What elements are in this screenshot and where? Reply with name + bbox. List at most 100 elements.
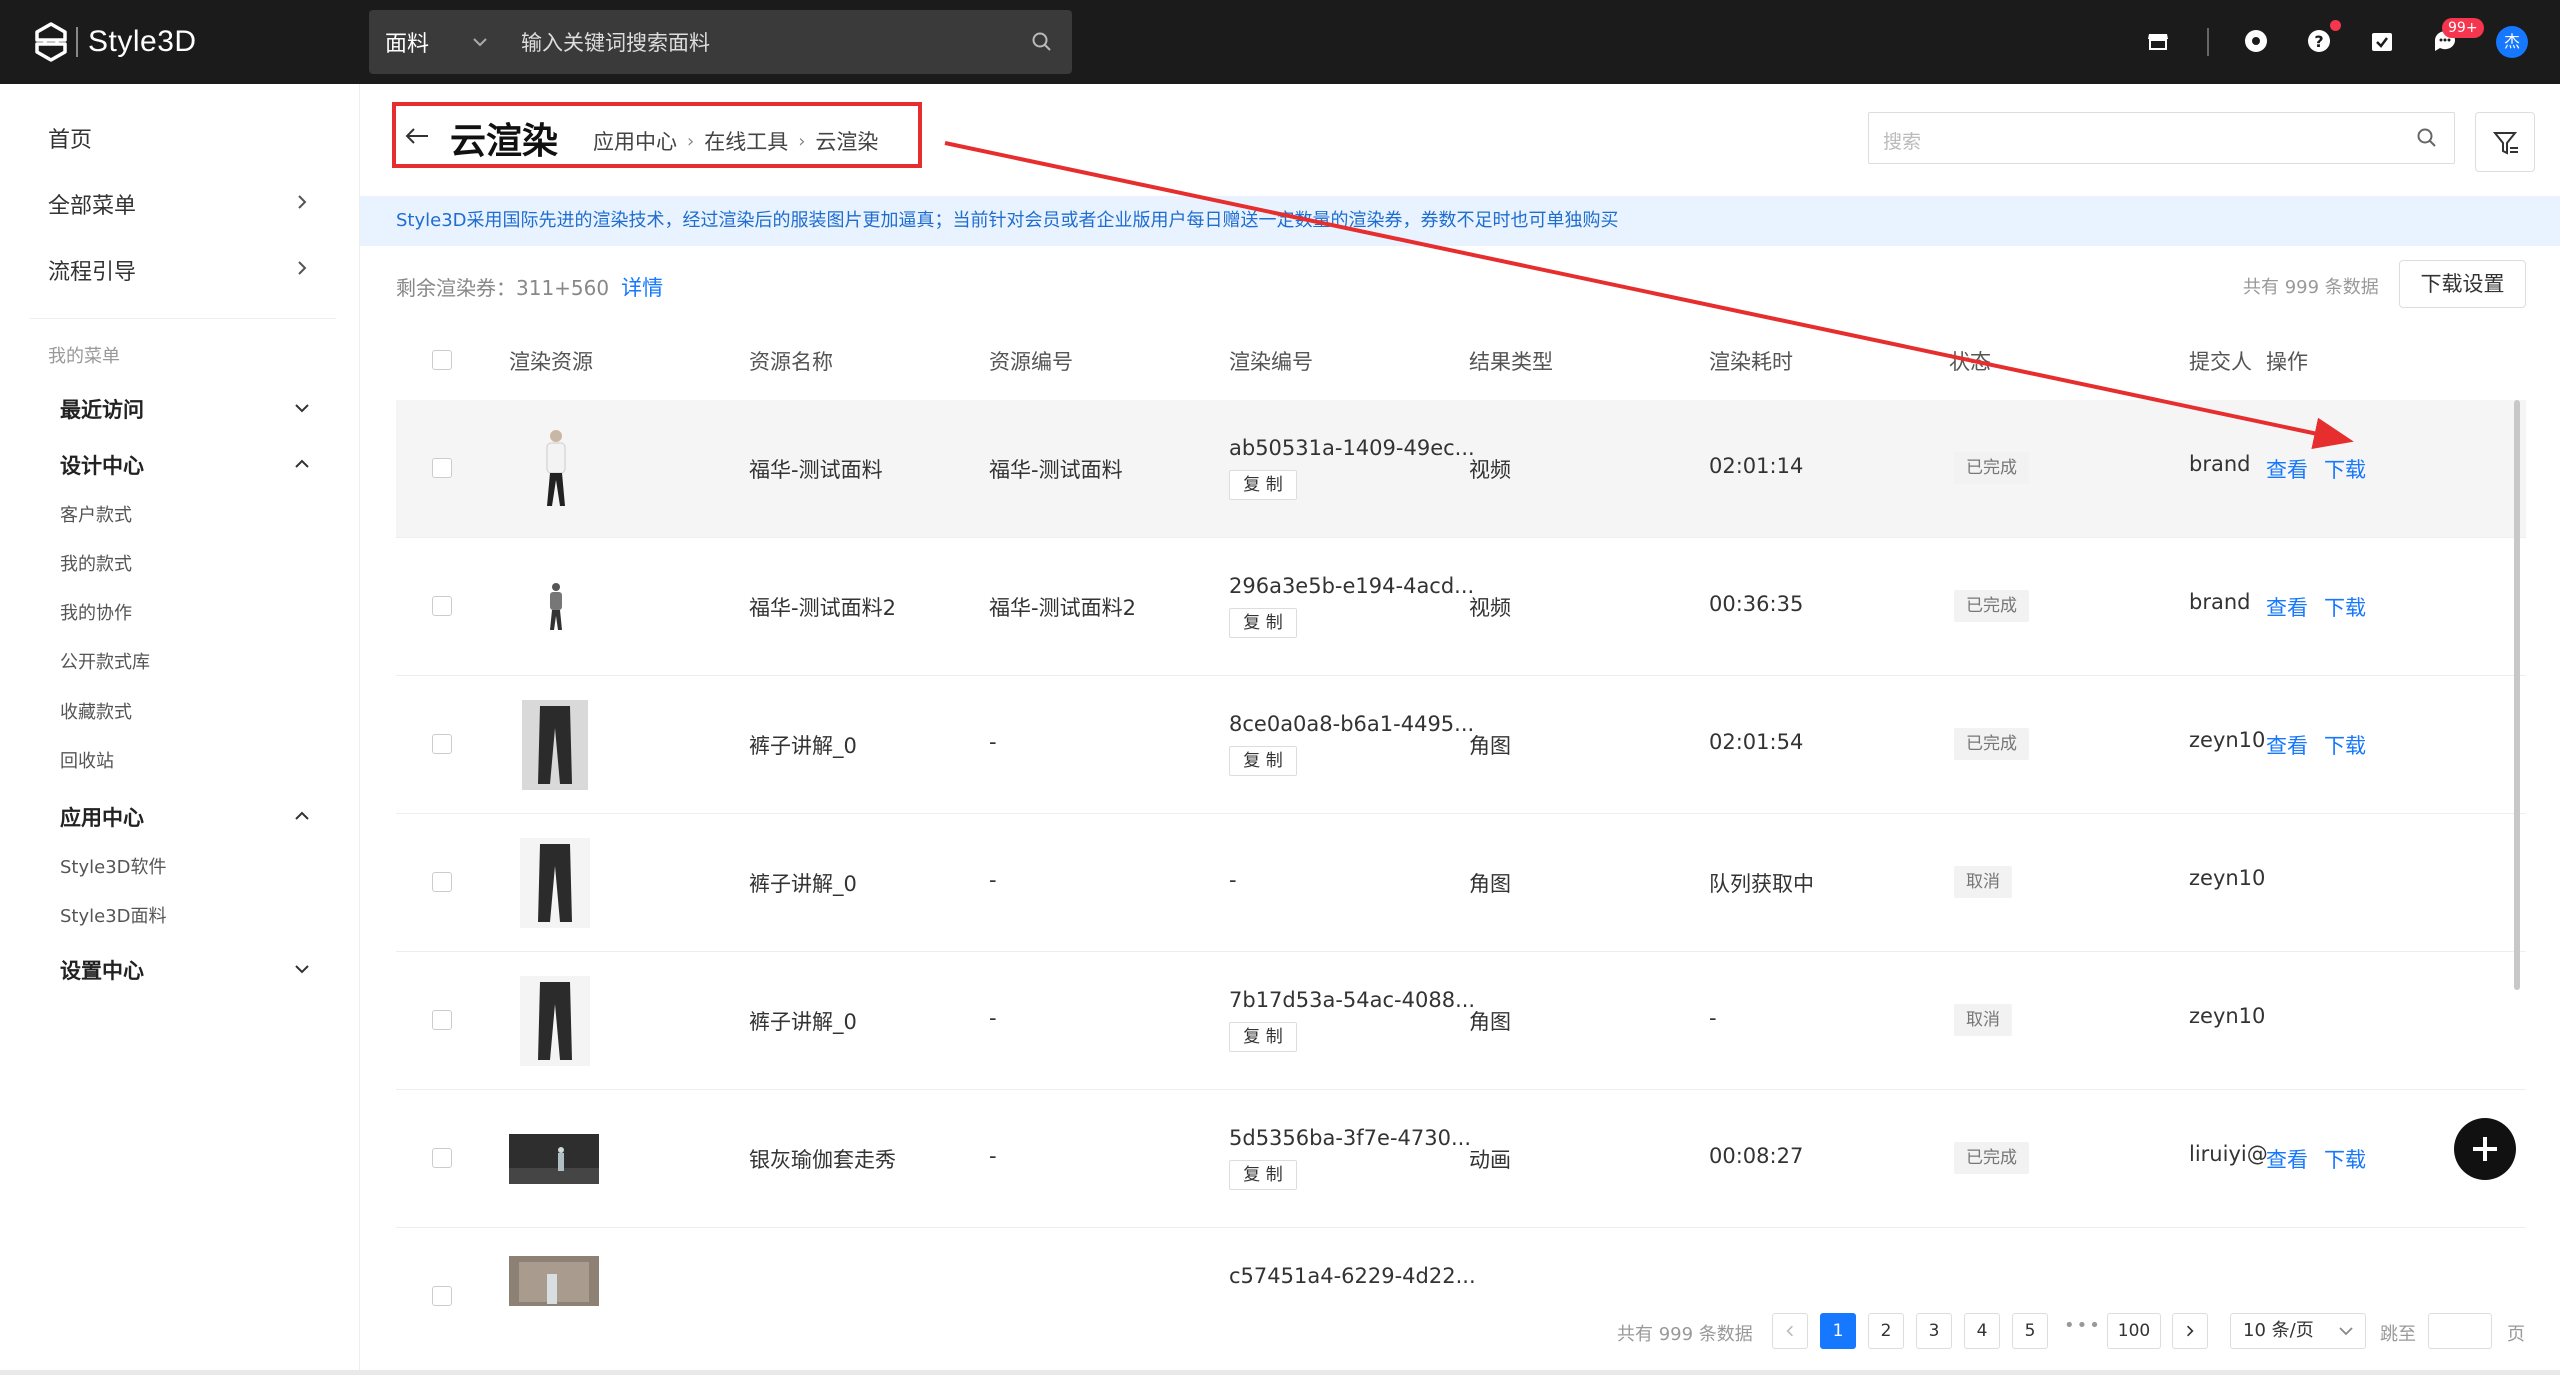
download-link[interactable]: 下载 [2324,592,2366,622]
row-checkbox[interactable] [432,458,452,478]
result-type: 视频 [1469,596,1511,620]
breadcrumb-app-center[interactable]: 应用中心 [593,126,677,156]
pagination-ellipsis-icon[interactable]: ••• [2064,1315,2102,1336]
sidebar-item-my-collaborations[interactable]: 我的协作 [60,599,132,625]
add-fab-button[interactable] [2454,1118,2516,1180]
page-title: 云渲染 [450,121,559,162]
compass-icon[interactable] [2243,28,2269,54]
view-link[interactable]: 查看 [2266,1144,2308,1174]
page-button-2[interactable]: 2 [1868,1313,1904,1349]
resource-name: 福华-测试面料 [749,458,883,482]
chevron-up-icon[interactable] [292,454,312,474]
row-checkbox[interactable] [432,1286,452,1306]
page-button-5[interactable]: 5 [2012,1313,2048,1349]
copy-button[interactable]: 复 制 [1229,746,1297,776]
col-header-result-type: 结果类型 [1469,350,1553,374]
sidebar-group-recent[interactable]: 最近访问 [60,394,144,424]
view-link[interactable]: 查看 [2266,730,2308,760]
global-search-input[interactable]: 输入关键词搜索面料 [521,27,1030,57]
help-icon[interactable]: ? [2306,28,2332,54]
next-page-button[interactable] [2172,1313,2208,1349]
copy-button[interactable]: 复 制 [1229,1022,1297,1052]
chevron-right-icon[interactable] [292,192,312,212]
sidebar-item-home[interactable]: 首页 [48,122,92,154]
page-button-1[interactable]: 1 [1820,1313,1856,1349]
sidebar-item-recycle-bin[interactable]: 回收站 [60,747,114,773]
sidebar-item-process-guide[interactable]: 流程引导 [48,254,136,286]
submitter: zeyn10 [2189,1004,2266,1028]
render-thumbnail[interactable] [509,1134,599,1184]
filter-button[interactable] [2475,112,2535,172]
chevron-down-icon[interactable] [292,398,312,418]
sidebar-item-all-menus[interactable]: 全部菜单 [48,188,136,220]
page-button-4[interactable]: 4 [1964,1313,2000,1349]
render-thumbnail[interactable] [522,700,588,790]
store-icon[interactable] [2145,28,2171,54]
chevron-down-icon [2339,1327,2353,1336]
render-id: 7b17d53a-54ac-4088... [1229,988,1476,1012]
table-row[interactable]: 裤子讲解_0 - 7b17d53a-54ac-4088... 复 制 角图 - … [396,952,2526,1090]
vertical-scrollbar[interactable] [2514,400,2520,990]
table-row[interactable]: c57451a4-6229-4d22... [396,1228,2526,1306]
sidebar-item-style3d-fabric[interactable]: Style3D面料 [60,902,167,928]
sidebar-item-favorite-styles[interactable]: 收藏款式 [60,698,132,724]
chevron-down-icon[interactable] [292,959,312,979]
download-settings-button[interactable]: 下载设置 [2399,260,2526,308]
chevron-right-icon[interactable] [292,258,312,278]
render-thumbnail[interactable] [544,582,568,632]
logo[interactable]: Style3D [34,22,197,62]
chevron-down-icon[interactable] [469,31,491,53]
sidebar-group-settings[interactable]: 设置中心 [60,955,144,985]
page-button-last[interactable]: 100 [2107,1313,2161,1349]
page-size-select[interactable]: 10 条/页 [2230,1313,2366,1349]
view-link[interactable]: 查看 [2266,454,2308,484]
render-thumbnail[interactable] [536,428,576,512]
table-row[interactable]: 银灰瑜伽套走秀 - 5d5356ba-3f7e-4730... 复 制 动画 0… [396,1090,2526,1228]
chevron-up-icon[interactable] [292,806,312,826]
sidebar-group-design-center[interactable]: 设计中心 [60,450,144,480]
table-row[interactable]: 福华-测试面料 福华-测试面料 ab50531a-1409-49ec... 复 … [396,400,2526,538]
breadcrumb-separator-icon: › [687,130,695,152]
my-menu-label: 我的菜单 [48,346,120,367]
render-thumbnail[interactable] [509,1256,599,1306]
page-button-3[interactable]: 3 [1916,1313,1952,1349]
render-thumbnail[interactable] [520,838,590,928]
table-row[interactable]: 裤子讲解_0 - 8ce0a0a8-b6a1-4495... 复 制 角图 02… [396,676,2526,814]
back-arrow-icon[interactable] [404,126,430,146]
search-icon[interactable] [2416,127,2438,149]
row-checkbox[interactable] [432,872,452,892]
jump-page-input[interactable] [2428,1313,2492,1349]
select-all-checkbox[interactable] [432,350,452,370]
download-link[interactable]: 下载 [2324,1144,2366,1174]
task-check-icon[interactable] [2369,28,2395,54]
download-link[interactable]: 下载 [2324,730,2366,760]
breadcrumb-online-tools[interactable]: 在线工具 [704,126,788,156]
download-link[interactable]: 下载 [2324,454,2366,484]
sidebar-item-my-styles[interactable]: 我的款式 [60,550,132,576]
row-checkbox[interactable] [432,734,452,754]
details-link[interactable]: 详情 [621,276,663,300]
copy-button[interactable]: 复 制 [1229,608,1297,638]
row-checkbox[interactable] [432,1148,452,1168]
view-link[interactable]: 查看 [2266,592,2308,622]
copy-button[interactable]: 复 制 [1229,470,1297,500]
sidebar-item-public-styles[interactable]: 公开款式库 [60,648,150,674]
user-avatar[interactable]: 杰 [2496,26,2528,58]
table-row[interactable]: 裤子讲解_0 - - 角图 队列获取中 取消 zeyn10 [396,814,2526,952]
search-icon[interactable] [1030,30,1054,54]
status-badge: 已完成 [1954,452,2029,484]
sidebar-item-customer-styles[interactable]: 客户款式 [60,501,132,527]
copy-button[interactable]: 复 制 [1229,1160,1297,1190]
sidebar-group-app-center[interactable]: 应用中心 [60,802,144,832]
list-search-placeholder: 搜索 [1883,131,1922,153]
list-search-input[interactable]: 搜索 [1868,112,2455,164]
table-row[interactable]: 福华-测试面料2 福华-测试面料2 296a3e5b-e194-4acd... … [396,538,2526,676]
row-checkbox[interactable] [432,1010,452,1030]
info-notice: Style3D采用国际先进的渲染技术，经过渲染后的服装图片更加逼真；当前针对会员… [360,196,2560,246]
chevron-left-icon [1786,1325,1793,1337]
sidebar-item-style3d-software[interactable]: Style3D软件 [60,853,167,879]
search-category-select[interactable]: 面料 [369,26,469,58]
prev-page-button[interactable] [1772,1313,1808,1349]
row-checkbox[interactable] [432,596,452,616]
render-thumbnail[interactable] [520,976,590,1066]
